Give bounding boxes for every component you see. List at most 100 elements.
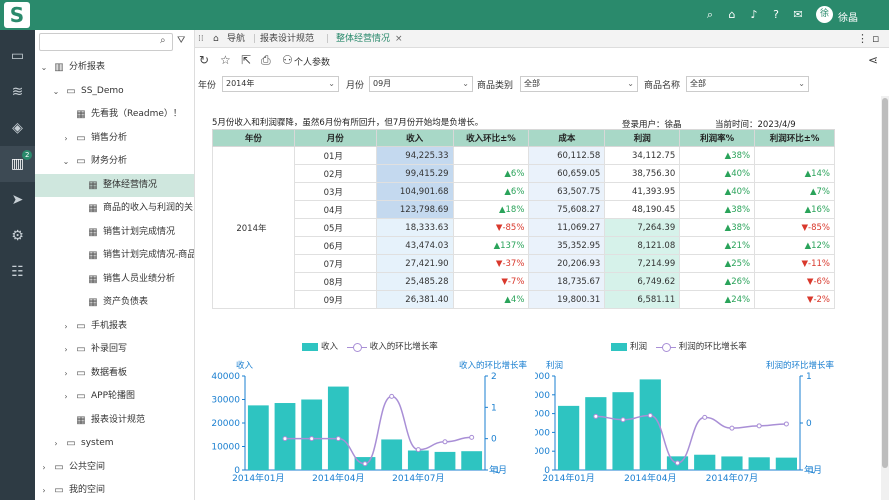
cube-icon[interactable]: ◈ [0, 110, 35, 146]
bar [557, 405, 580, 470]
chat-icon[interactable]: ✉ [790, 7, 806, 23]
settings-icon[interactable]: ☷ [0, 254, 35, 290]
cell-margin: ▲40% [679, 164, 756, 183]
legend-profit[interactable]: 利润 [630, 342, 647, 352]
tree-item[interactable]: › ▭ APP轮播图 [35, 385, 194, 408]
bar [247, 405, 269, 470]
bar [612, 392, 634, 470]
app-logo[interactable]: S [4, 2, 30, 28]
tree-item[interactable]: ▦ 商品的收入与利润的关系 [35, 197, 194, 220]
tools-icon[interactable]: ⚙ [0, 218, 35, 254]
send-icon[interactable]: ➤ [0, 182, 35, 218]
cell-profit-mom [754, 146, 835, 165]
y2-tick-label: 0 [491, 435, 497, 445]
chevron-down-icon[interactable]: ⌄ [61, 150, 71, 173]
month-select[interactable]: 09月 ⌄ [369, 76, 473, 92]
search-icon[interactable]: ⌕ [160, 35, 166, 46]
scrollbar-thumb[interactable] [882, 98, 888, 468]
tree-item[interactable]: ▦ 整体经营情况 [35, 173, 194, 197]
user-name[interactable]: 徐晶 [838, 9, 858, 24]
tab-nav[interactable]: 导航 [227, 30, 245, 48]
cell-profit-mom: ▼-11% [754, 254, 835, 273]
tree-item-label: 先看我（Readme）！ [91, 109, 182, 119]
help-icon[interactable]: ? [768, 7, 784, 23]
print-icon[interactable]: ⎙ [261, 53, 271, 68]
table-row: 06月 43,474.03 ▲137% 35,352.95 8,121.08 ▲21% ▲1… [213, 236, 835, 255]
chevron-right-icon[interactable]: › [61, 127, 71, 150]
chevron-right-icon[interactable]: › [61, 315, 71, 338]
table-row: 02月 99,415.29 ▲6% 60,659.05 38,756.30 ▲40% ▲14… [213, 164, 835, 183]
tree-item[interactable]: › ▭ 补录回写 [35, 338, 194, 361]
database-icon[interactable]: ≋ [0, 74, 35, 110]
close-icon[interactable]: × [395, 30, 403, 48]
home-icon[interactable]: ⌂ [724, 7, 740, 23]
personal-params-button[interactable]: 个人参数 [294, 55, 330, 68]
legend-income[interactable]: 收入 [321, 342, 338, 352]
export-icon[interactable]: ⇱ [241, 53, 251, 67]
table-row: 03月 104,901.68 ▲6% 63,507.75 41,393.95 ▲40% ▲7… [213, 182, 835, 201]
notification-badge: 2 [22, 150, 33, 160]
legend-line-income-growth [346, 342, 367, 352]
tree-item[interactable]: ▦ 资产负债表 [35, 291, 194, 314]
chevron-right-icon[interactable]: › [61, 338, 71, 361]
product-select[interactable]: 全部 ⌄ [686, 76, 809, 92]
tree-item-label: 销售人员业绩分析 [103, 273, 176, 284]
tab-report-design[interactable]: 报表设计规范 [260, 30, 314, 48]
share-icon[interactable]: ⋖ [868, 53, 878, 67]
tree-item[interactable]: › ▭ 数据看板 [35, 362, 194, 385]
tree-item[interactable]: › ▭ 手机报表 [35, 315, 194, 338]
tree-item[interactable]: ⌄ ▭ SS_Demo [35, 80, 194, 103]
cell-month: 02月 [293, 164, 377, 183]
search-icon[interactable]: ⌕ [702, 7, 718, 23]
cell-month: 08月 [293, 272, 377, 291]
chevron-right-icon[interactable]: › [51, 432, 61, 455]
tree-item[interactable]: › ▭ 销售分析 [35, 127, 194, 150]
tree-item[interactable]: ▦ 销售计划完成情况 [35, 221, 194, 244]
menu-icon[interactable]: ⁞⁞ [198, 30, 204, 48]
bell-icon[interactable]: ♪ [746, 7, 762, 23]
tree-item[interactable]: ▦ 销售计划完成情况-商品 [35, 244, 194, 267]
chart-icon[interactable]: ▥ 2 [0, 146, 35, 182]
monitor-icon[interactable]: ▭ [0, 38, 35, 74]
category-select[interactable]: 全部 ⌄ [520, 76, 638, 92]
tree-search-input[interactable] [39, 33, 173, 51]
chevron-right-icon[interactable]: › [39, 479, 49, 500]
tree-item[interactable]: › ▭ 公共空间 [35, 456, 194, 479]
category-value: 全部 [524, 79, 540, 88]
tab-overall-operation[interactable]: 整体经营情况 [336, 30, 390, 48]
bar [639, 379, 661, 470]
year-select[interactable]: 2014年 ⌄ [222, 76, 339, 92]
folder-icon: ▭ [54, 485, 64, 496]
chevron-right-icon[interactable]: › [61, 385, 71, 408]
legend-profit-growth[interactable]: 利润的环比增长率 [679, 342, 747, 352]
tree-item[interactable]: ▦ 先看我（Readme）！ [35, 103, 194, 126]
chevron-right-icon[interactable]: › [61, 362, 71, 385]
growth-point [729, 425, 735, 431]
cell-profit-mom: ▼-85% [754, 218, 835, 237]
tree-item[interactable]: ▦ 销售人员业绩分析 [35, 268, 194, 291]
tree-item-label: 数据看板 [91, 367, 128, 378]
filter-icon[interactable]: ⛛ [177, 35, 185, 46]
chevron-right-icon[interactable]: › [39, 456, 49, 479]
fullscreen-icon[interactable]: ▫ [872, 30, 879, 48]
cell-income: 27,421.90 [375, 254, 454, 273]
avatar[interactable]: 徐 [816, 6, 833, 23]
tree-item[interactable]: ⌄ ▭ 财务分析 [35, 150, 194, 173]
tree-item[interactable]: ▦ 报表设计规范 [35, 409, 194, 432]
y2-tick-label: 1 [491, 403, 497, 413]
legend-income-growth[interactable]: 收入的环比增长率 [370, 342, 438, 352]
tree-item[interactable]: › ▭ 我的空间 [35, 479, 194, 500]
column-header: 年份 [212, 129, 295, 147]
tree-item[interactable]: › ▭ system [35, 432, 194, 455]
tree-item[interactable]: ⌄ ▥ 分析报表 [35, 56, 194, 79]
bar [461, 451, 483, 470]
home-icon[interactable]: ⌂ [213, 30, 219, 48]
star-icon[interactable]: ☆ [220, 53, 231, 67]
cell-cost: 19,800.31 [528, 290, 606, 309]
chevron-down-icon[interactable]: ⌄ [39, 56, 49, 79]
user-params-icon[interactable]: ⚇ [282, 53, 293, 67]
chevron-down-icon[interactable]: ⌄ [51, 80, 61, 103]
scrollbar[interactable] [881, 96, 889, 500]
more-icon[interactable]: ⋮ [857, 30, 868, 48]
refresh-icon[interactable]: ↻ [199, 53, 209, 67]
